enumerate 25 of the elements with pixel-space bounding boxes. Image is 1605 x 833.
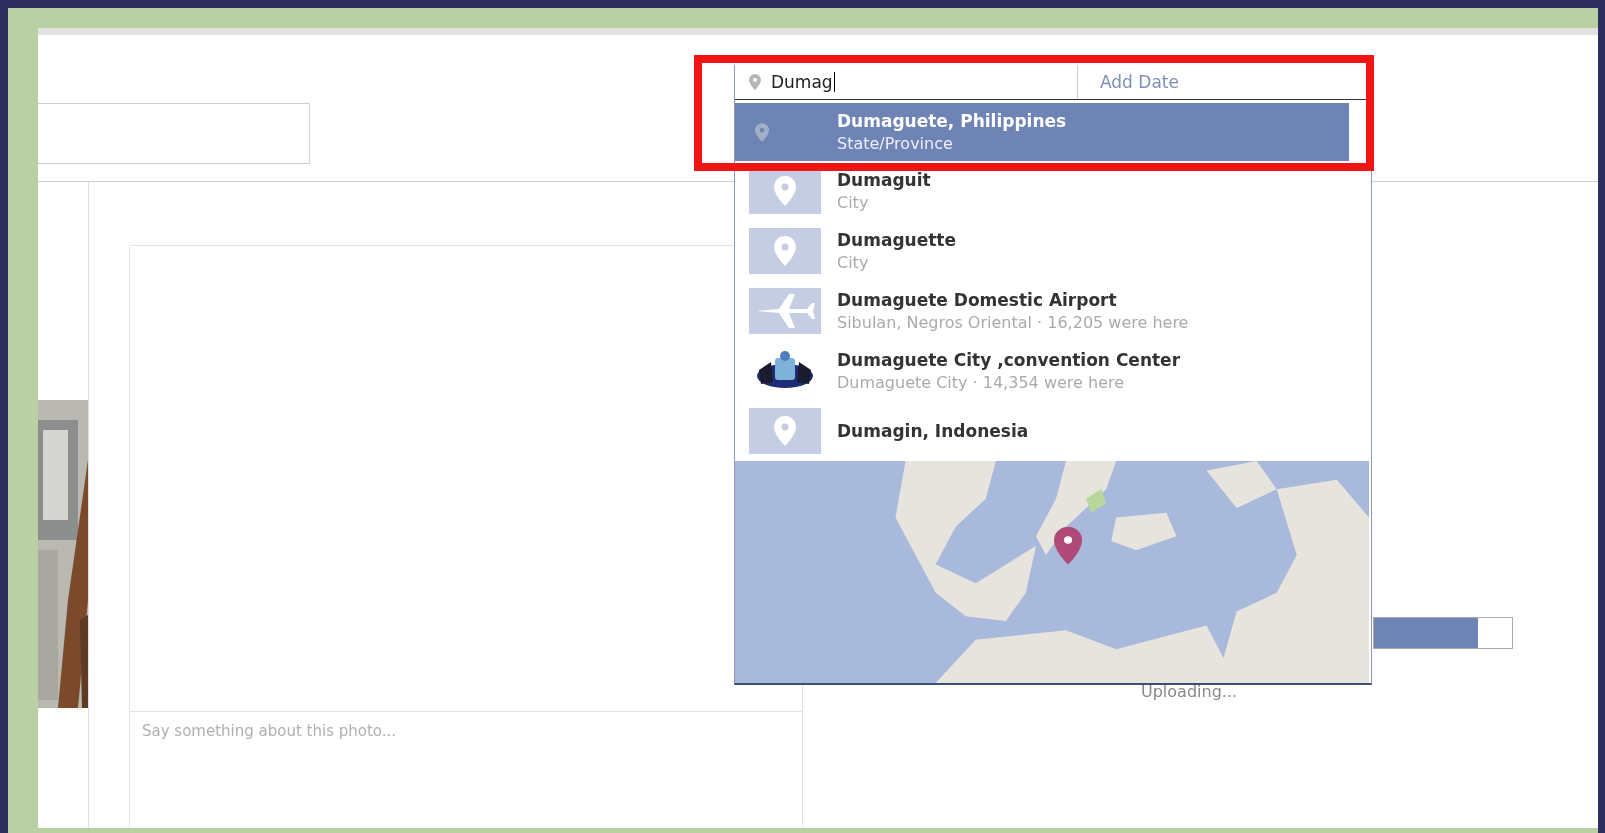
place-name: Dumaguete City ,convention Center	[837, 350, 1181, 370]
pin-icon	[749, 168, 821, 214]
suggestion-item[interactable]: Dumaguete City ,convention Center Dumaguete City · 14,354 were here	[735, 341, 1371, 401]
place-name: Dumaguete, Philippines	[837, 111, 1067, 131]
upload-status: Uploading...	[1141, 682, 1238, 701]
suggestion-item[interactable]: Dumaguete, Philippines State/Province	[735, 103, 1349, 161]
suggestion-item[interactable]: Dumaguette City	[735, 221, 1371, 281]
place-name: Dumaguette	[837, 230, 956, 250]
suggestion-item[interactable]: Dumagin, Indonesia	[735, 401, 1371, 461]
pin-icon	[749, 408, 821, 454]
place-name: Dumaguete Domestic Airport	[837, 290, 1118, 310]
place-name: Dumaguit	[837, 170, 931, 190]
place-detail: Sibulan, Negros Oriental · 16,205 were here	[837, 313, 1189, 332]
pin-icon	[749, 74, 761, 90]
place-detail: City	[837, 193, 870, 212]
place-detail: State/Province	[837, 134, 954, 153]
place-name: Dumagin, Indonesia	[837, 421, 1029, 441]
airplane-icon	[749, 288, 821, 334]
place-detail: Dumaguete City · 14,354 were here	[837, 373, 1126, 392]
pin-icon	[749, 228, 821, 274]
pin-icon	[755, 122, 769, 142]
suggestion-item[interactable]: Dumaguit City	[735, 161, 1371, 221]
suggestion-item[interactable]: Dumaguete Domestic Airport Sibulan, Negros Oriental · 16,205 were here	[735, 281, 1371, 341]
place-detail: City	[837, 253, 870, 272]
text-field[interactable]	[38, 103, 310, 164]
